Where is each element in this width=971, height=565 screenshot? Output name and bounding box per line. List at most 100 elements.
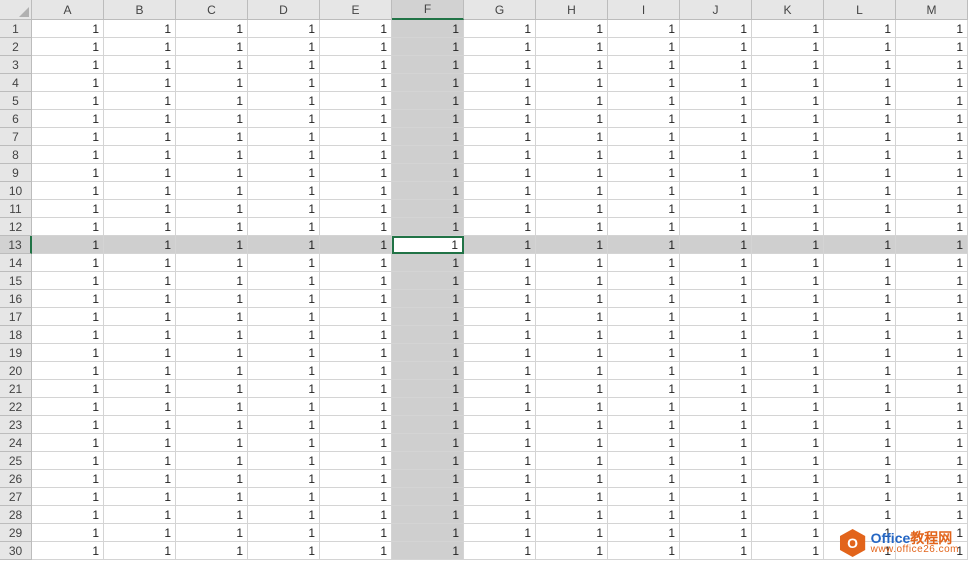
cell-L2[interactable]: 1 bbox=[824, 38, 896, 56]
cell-J1[interactable]: 1 bbox=[680, 20, 752, 38]
cell-J18[interactable]: 1 bbox=[680, 326, 752, 344]
row-header-13[interactable]: 13 bbox=[0, 236, 32, 254]
cell-H12[interactable]: 1 bbox=[536, 218, 608, 236]
cell-I27[interactable]: 1 bbox=[608, 488, 680, 506]
cell-E28[interactable]: 1 bbox=[320, 506, 392, 524]
column-header-E[interactable]: E bbox=[320, 0, 392, 20]
cell-I6[interactable]: 1 bbox=[608, 110, 680, 128]
cell-L3[interactable]: 1 bbox=[824, 56, 896, 74]
cell-I11[interactable]: 1 bbox=[608, 200, 680, 218]
cell-E13[interactable]: 1 bbox=[320, 236, 392, 254]
cell-H6[interactable]: 1 bbox=[536, 110, 608, 128]
cell-C13[interactable]: 1 bbox=[176, 236, 248, 254]
cell-G14[interactable]: 1 bbox=[464, 254, 536, 272]
cell-A8[interactable]: 1 bbox=[32, 146, 104, 164]
cell-F22[interactable]: 1 bbox=[392, 398, 464, 416]
cell-D28[interactable]: 1 bbox=[248, 506, 320, 524]
cell-A23[interactable]: 1 bbox=[32, 416, 104, 434]
cell-J5[interactable]: 1 bbox=[680, 92, 752, 110]
cell-E9[interactable]: 1 bbox=[320, 164, 392, 182]
cell-K28[interactable]: 1 bbox=[752, 506, 824, 524]
cell-A25[interactable]: 1 bbox=[32, 452, 104, 470]
cell-H23[interactable]: 1 bbox=[536, 416, 608, 434]
cell-E1[interactable]: 1 bbox=[320, 20, 392, 38]
cell-I13[interactable]: 1 bbox=[608, 236, 680, 254]
cell-E27[interactable]: 1 bbox=[320, 488, 392, 506]
cell-A16[interactable]: 1 bbox=[32, 290, 104, 308]
cell-C22[interactable]: 1 bbox=[176, 398, 248, 416]
cell-C6[interactable]: 1 bbox=[176, 110, 248, 128]
cell-B17[interactable]: 1 bbox=[104, 308, 176, 326]
cell-A6[interactable]: 1 bbox=[32, 110, 104, 128]
cell-G10[interactable]: 1 bbox=[464, 182, 536, 200]
cell-F12[interactable]: 1 bbox=[392, 218, 464, 236]
cell-H7[interactable]: 1 bbox=[536, 128, 608, 146]
cell-E22[interactable]: 1 bbox=[320, 398, 392, 416]
cell-K4[interactable]: 1 bbox=[752, 74, 824, 92]
cell-D12[interactable]: 1 bbox=[248, 218, 320, 236]
cell-I3[interactable]: 1 bbox=[608, 56, 680, 74]
row-header-2[interactable]: 2 bbox=[0, 38, 32, 56]
cell-K24[interactable]: 1 bbox=[752, 434, 824, 452]
row-header-7[interactable]: 7 bbox=[0, 128, 32, 146]
cell-M14[interactable]: 1 bbox=[896, 254, 968, 272]
cell-K3[interactable]: 1 bbox=[752, 56, 824, 74]
column-header-G[interactable]: G bbox=[464, 0, 536, 20]
cell-J10[interactable]: 1 bbox=[680, 182, 752, 200]
cell-G25[interactable]: 1 bbox=[464, 452, 536, 470]
cell-K17[interactable]: 1 bbox=[752, 308, 824, 326]
cell-G27[interactable]: 1 bbox=[464, 488, 536, 506]
cell-J8[interactable]: 1 bbox=[680, 146, 752, 164]
column-header-A[interactable]: A bbox=[32, 0, 104, 20]
cell-D6[interactable]: 1 bbox=[248, 110, 320, 128]
cell-I20[interactable]: 1 bbox=[608, 362, 680, 380]
column-header-K[interactable]: K bbox=[752, 0, 824, 20]
cell-H9[interactable]: 1 bbox=[536, 164, 608, 182]
row-header-12[interactable]: 12 bbox=[0, 218, 32, 236]
cell-B15[interactable]: 1 bbox=[104, 272, 176, 290]
cell-H30[interactable]: 1 bbox=[536, 542, 608, 560]
row-header-21[interactable]: 21 bbox=[0, 380, 32, 398]
cell-J6[interactable]: 1 bbox=[680, 110, 752, 128]
cell-L7[interactable]: 1 bbox=[824, 128, 896, 146]
cell-D2[interactable]: 1 bbox=[248, 38, 320, 56]
cell-C11[interactable]: 1 bbox=[176, 200, 248, 218]
cell-G9[interactable]: 1 bbox=[464, 164, 536, 182]
cell-G12[interactable]: 1 bbox=[464, 218, 536, 236]
cell-M13[interactable]: 1 bbox=[896, 236, 968, 254]
cell-K27[interactable]: 1 bbox=[752, 488, 824, 506]
cell-K15[interactable]: 1 bbox=[752, 272, 824, 290]
cell-F4[interactable]: 1 bbox=[392, 74, 464, 92]
cell-B30[interactable]: 1 bbox=[104, 542, 176, 560]
cell-F10[interactable]: 1 bbox=[392, 182, 464, 200]
cell-H14[interactable]: 1 bbox=[536, 254, 608, 272]
cell-L27[interactable]: 1 bbox=[824, 488, 896, 506]
cell-L23[interactable]: 1 bbox=[824, 416, 896, 434]
cell-F15[interactable]: 1 bbox=[392, 272, 464, 290]
column-header-D[interactable]: D bbox=[248, 0, 320, 20]
cell-E18[interactable]: 1 bbox=[320, 326, 392, 344]
cell-E15[interactable]: 1 bbox=[320, 272, 392, 290]
cell-H29[interactable]: 1 bbox=[536, 524, 608, 542]
cell-F29[interactable]: 1 bbox=[392, 524, 464, 542]
cell-G17[interactable]: 1 bbox=[464, 308, 536, 326]
cell-B23[interactable]: 1 bbox=[104, 416, 176, 434]
cell-I21[interactable]: 1 bbox=[608, 380, 680, 398]
row-header-9[interactable]: 9 bbox=[0, 164, 32, 182]
cell-K14[interactable]: 1 bbox=[752, 254, 824, 272]
cell-F18[interactable]: 1 bbox=[392, 326, 464, 344]
row-header-23[interactable]: 23 bbox=[0, 416, 32, 434]
cell-M24[interactable]: 1 bbox=[896, 434, 968, 452]
cell-I26[interactable]: 1 bbox=[608, 470, 680, 488]
column-header-L[interactable]: L bbox=[824, 0, 896, 20]
cell-B5[interactable]: 1 bbox=[104, 92, 176, 110]
cell-K5[interactable]: 1 bbox=[752, 92, 824, 110]
cell-J12[interactable]: 1 bbox=[680, 218, 752, 236]
cell-H18[interactable]: 1 bbox=[536, 326, 608, 344]
cell-M3[interactable]: 1 bbox=[896, 56, 968, 74]
cell-L28[interactable]: 1 bbox=[824, 506, 896, 524]
cell-J27[interactable]: 1 bbox=[680, 488, 752, 506]
cell-I4[interactable]: 1 bbox=[608, 74, 680, 92]
cell-I8[interactable]: 1 bbox=[608, 146, 680, 164]
cell-D4[interactable]: 1 bbox=[248, 74, 320, 92]
